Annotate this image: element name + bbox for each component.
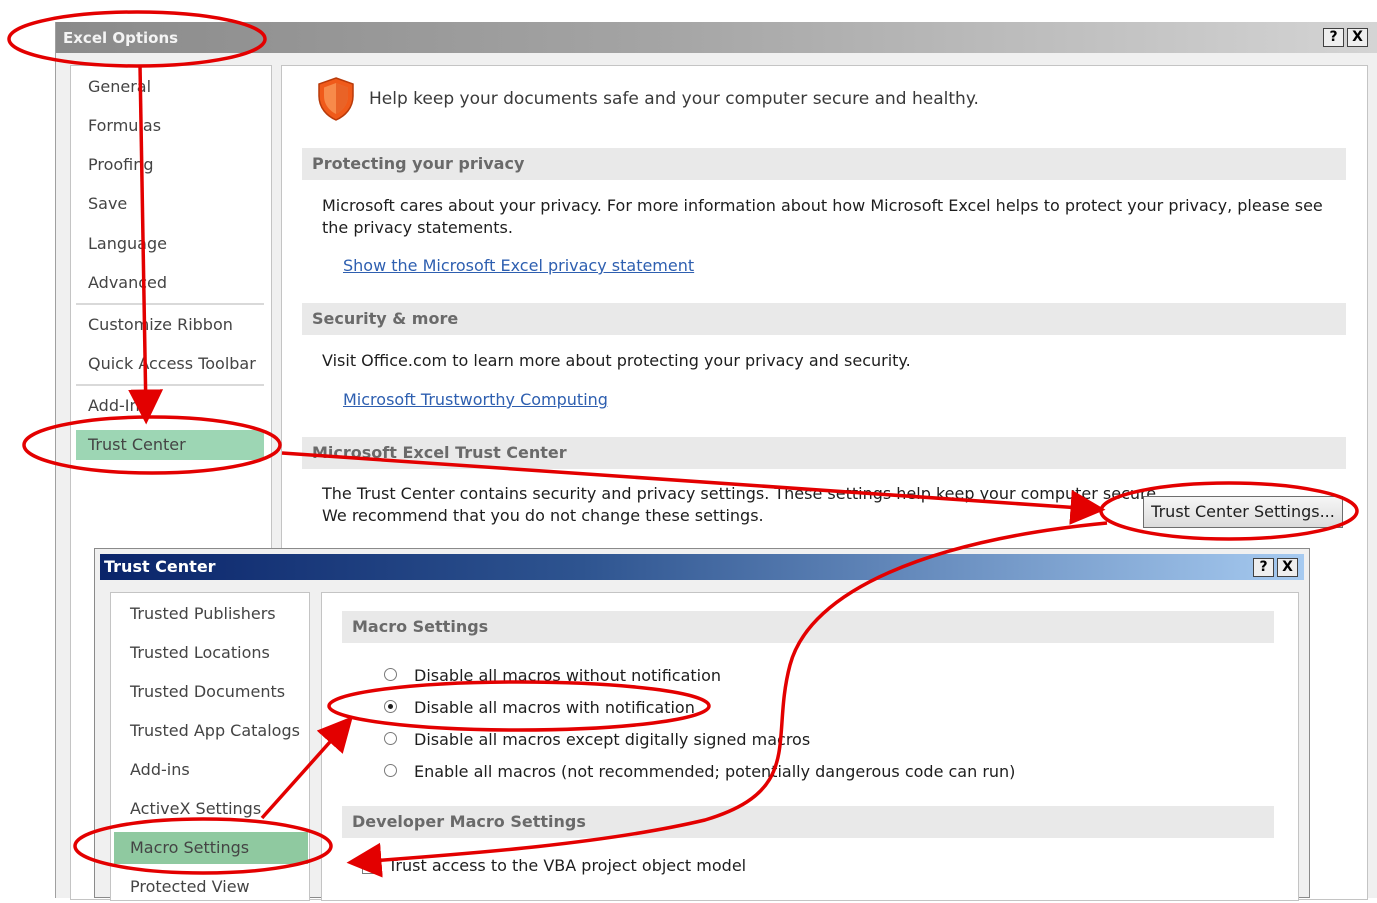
excel-options-title: Excel Options (63, 29, 179, 47)
trust-center-nav: Trusted Publishers Trusted Locations Tru… (110, 592, 310, 901)
vba-access-checkbox[interactable] (362, 861, 375, 874)
section-header-macro-settings: Macro Settings (342, 611, 1274, 643)
radio-button[interactable] (384, 668, 397, 681)
nav-item-language[interactable]: Language (76, 229, 264, 259)
vba-access-label: Trust access to the VBA project object m… (388, 856, 747, 875)
tc-nav-trusted-publishers[interactable]: Trusted Publishers (114, 598, 308, 630)
tc-nav-add-ins[interactable]: Add-ins (114, 754, 308, 786)
close-button[interactable]: X (1347, 28, 1368, 47)
trust-center-title-bar[interactable]: Trust Center ? X (100, 554, 1304, 580)
help-button[interactable]: ? (1253, 558, 1274, 577)
nav-item-quick-access-toolbar[interactable]: Quick Access Toolbar (76, 349, 264, 379)
radio-button[interactable] (384, 764, 397, 777)
close-button[interactable]: X (1277, 558, 1298, 577)
nav-item-general[interactable]: General (76, 72, 264, 102)
excel-options-header-text: Help keep your documents safe and your c… (369, 89, 979, 109)
tc-nav-trusted-app-catalogs[interactable]: Trusted App Catalogs (114, 715, 308, 747)
nav-item-save[interactable]: Save (76, 189, 264, 219)
trust-center-title: Trust Center (104, 557, 216, 576)
shield-icon (318, 77, 354, 121)
radio-button-checked[interactable] (384, 700, 397, 713)
section-header-developer-macro-settings: Developer Macro Settings (342, 806, 1274, 838)
trust-center-settings-button[interactable]: Trust Center Settings... (1143, 496, 1343, 528)
nav-item-proofing[interactable]: Proofing (76, 150, 264, 180)
trust-center-content: Macro Settings Disable all macros withou… (321, 592, 1299, 901)
section-header-trust-center: Microsoft Excel Trust Center (302, 437, 1346, 469)
nav-item-trust-center[interactable]: Trust Center (76, 430, 264, 460)
tc-nav-protected-view[interactable]: Protected View (114, 871, 308, 903)
section-header-privacy: Protecting your privacy (302, 148, 1346, 180)
tc-nav-trusted-documents[interactable]: Trusted Documents (114, 676, 308, 708)
nav-item-add-ins[interactable]: Add-Ins (76, 391, 264, 421)
security-description: Visit Office.com to learn more about pro… (322, 351, 911, 370)
section-header-security: Security & more (302, 303, 1346, 335)
help-button[interactable]: ? (1323, 28, 1344, 47)
nav-item-formulas[interactable]: Formulas (76, 111, 264, 141)
nav-divider (76, 303, 264, 305)
radio-button[interactable] (384, 732, 397, 745)
nav-item-customize-ribbon[interactable]: Customize Ribbon (76, 310, 264, 340)
nav-divider (76, 384, 264, 386)
privacy-description: Microsoft cares about your privacy. For … (322, 196, 1323, 237)
tc-nav-macro-settings[interactable]: Macro Settings (114, 832, 308, 864)
trustworthy-computing-link[interactable]: Microsoft Trustworthy Computing (343, 390, 608, 409)
privacy-statement-link[interactable]: Show the Microsoft Excel privacy stateme… (343, 256, 694, 275)
tc-nav-trusted-locations[interactable]: Trusted Locations (114, 637, 308, 669)
tc-nav-activex-settings[interactable]: ActiveX Settings (114, 793, 308, 825)
nav-item-advanced[interactable]: Advanced (76, 268, 264, 298)
trust-center-description-line1: The Trust Center contains security and p… (322, 484, 1162, 503)
excel-options-title-bar[interactable]: Excel Options ? X (56, 22, 1377, 53)
trust-center-description-line2: We recommend that you do not change thes… (322, 506, 764, 525)
trust-center-window: Trust Center ? X Trusted Publishers Trus… (94, 548, 1310, 901)
